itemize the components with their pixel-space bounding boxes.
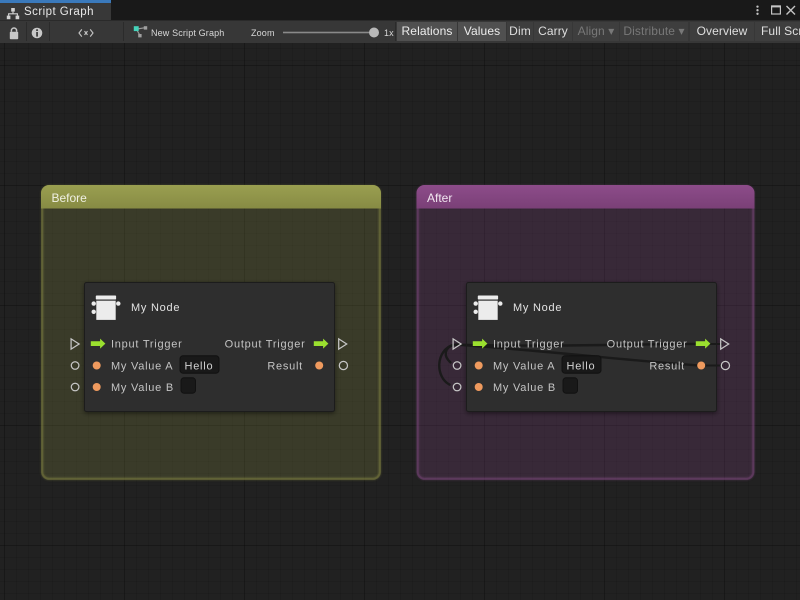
svg-text:My Value A: My Value A [493, 360, 555, 372]
svg-text:Result: Result [649, 360, 685, 372]
svg-text:After: After [427, 191, 452, 205]
svg-text:My Node: My Node [131, 302, 180, 314]
svg-text:My Value B: My Value B [111, 382, 174, 394]
svg-text:My Value B: My Value B [493, 382, 556, 394]
svg-text:Input Trigger: Input Trigger [111, 338, 183, 350]
svg-text:Output Trigger: Output Trigger [225, 338, 306, 350]
svg-text:Result: Result [267, 360, 303, 372]
svg-text:Hello: Hello [567, 360, 596, 372]
svg-text:Output Trigger: Output Trigger [607, 338, 688, 350]
svg-text:Hello: Hello [185, 360, 214, 372]
svg-text:Before: Before [52, 191, 88, 205]
svg-text:Input Trigger: Input Trigger [493, 338, 565, 350]
svg-text:My Value A: My Value A [111, 360, 173, 372]
svg-text:My Node: My Node [513, 302, 562, 314]
